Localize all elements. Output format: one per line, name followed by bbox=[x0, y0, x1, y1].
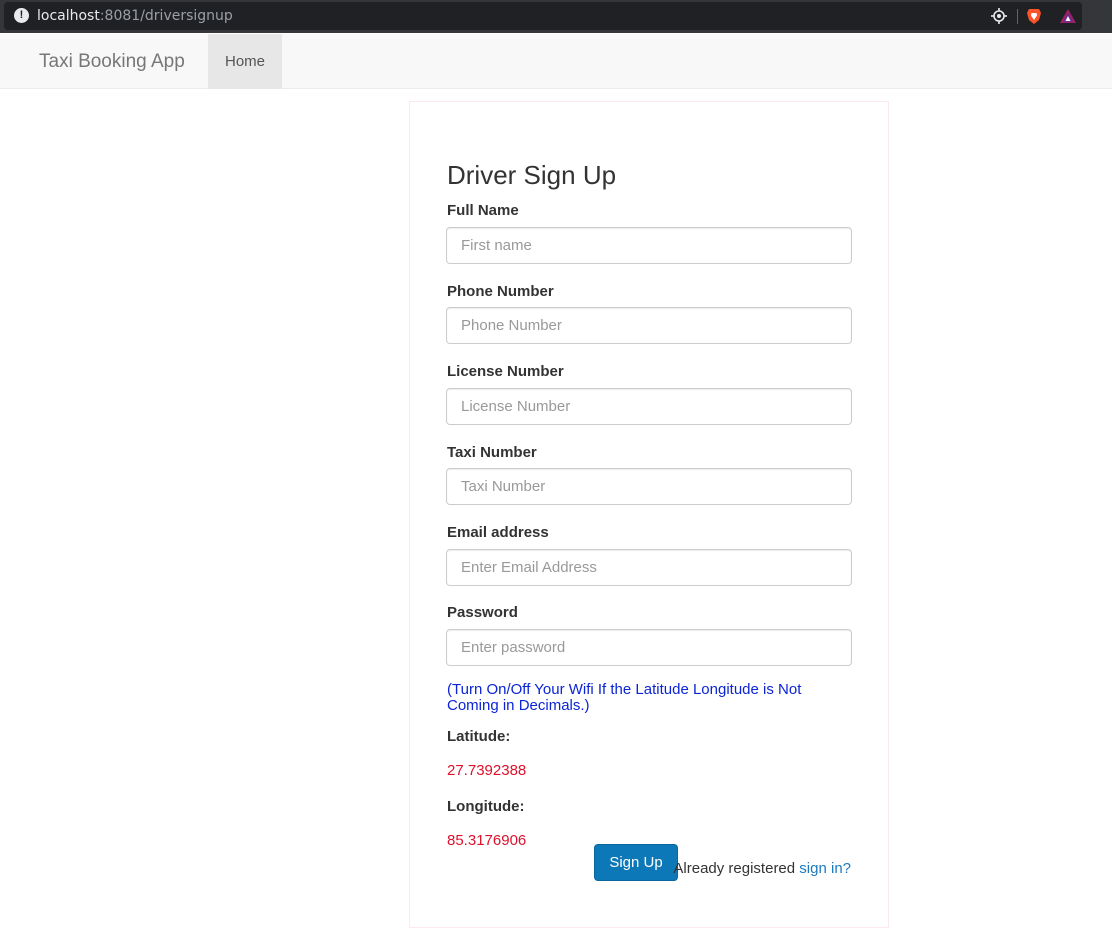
url-path: :8081/driversignup bbox=[99, 8, 233, 24]
phone-number-label: Phone Number bbox=[447, 283, 554, 300]
page-title: Driver Sign Up bbox=[447, 160, 617, 190]
already-registered-text: Already registered bbox=[673, 860, 800, 877]
full-name-label: Full Name bbox=[447, 202, 519, 219]
navbar-brand[interactable]: Taxi Booking App bbox=[39, 34, 185, 89]
already-registered: Already registered sign in? bbox=[673, 860, 851, 878]
browser-toolbar: ! localhost:8081/driversignup bbox=[0, 0, 1112, 33]
url-host: localhost bbox=[37, 8, 100, 24]
taxi-number-input[interactable] bbox=[446, 468, 852, 505]
password-label: Password bbox=[447, 604, 518, 621]
latitude-label: Latitude: bbox=[447, 728, 511, 745]
password-input[interactable] bbox=[446, 629, 852, 666]
address-bar[interactable]: ! localhost:8081/driversignup bbox=[4, 2, 1082, 30]
license-number-label: License Number bbox=[447, 363, 564, 380]
phone-number-input[interactable] bbox=[446, 307, 852, 344]
latitude-value: 27.7392388 bbox=[447, 762, 527, 779]
email-input[interactable] bbox=[446, 549, 852, 586]
url-text[interactable]: localhost:8081/driversignup bbox=[37, 7, 233, 25]
signup-card: Driver Sign Up Full Name Phone Number Li… bbox=[409, 101, 889, 928]
wifi-note: (Turn On/Off Your Wifi If the Latitude L… bbox=[447, 681, 802, 714]
longitude-value: 85.3176906 bbox=[447, 832, 527, 849]
location-icon[interactable] bbox=[990, 7, 1008, 25]
full-name-input[interactable] bbox=[446, 227, 852, 264]
nav-item-home[interactable]: Home bbox=[208, 34, 282, 89]
toolbar-divider bbox=[1017, 9, 1018, 24]
navbar: Taxi Booking App Home bbox=[0, 34, 1112, 89]
email-label: Email address bbox=[447, 524, 549, 541]
brave-shield-icon[interactable] bbox=[1025, 7, 1043, 25]
taxi-number-label: Taxi Number bbox=[447, 444, 537, 461]
rewards-icon[interactable] bbox=[1059, 7, 1077, 25]
info-icon[interactable]: ! bbox=[14, 8, 29, 23]
license-number-input[interactable] bbox=[446, 388, 852, 425]
longitude-label: Longitude: bbox=[447, 798, 525, 815]
sign-in-link[interactable]: sign in? bbox=[799, 860, 851, 877]
sign-up-button[interactable]: Sign Up bbox=[594, 844, 678, 881]
